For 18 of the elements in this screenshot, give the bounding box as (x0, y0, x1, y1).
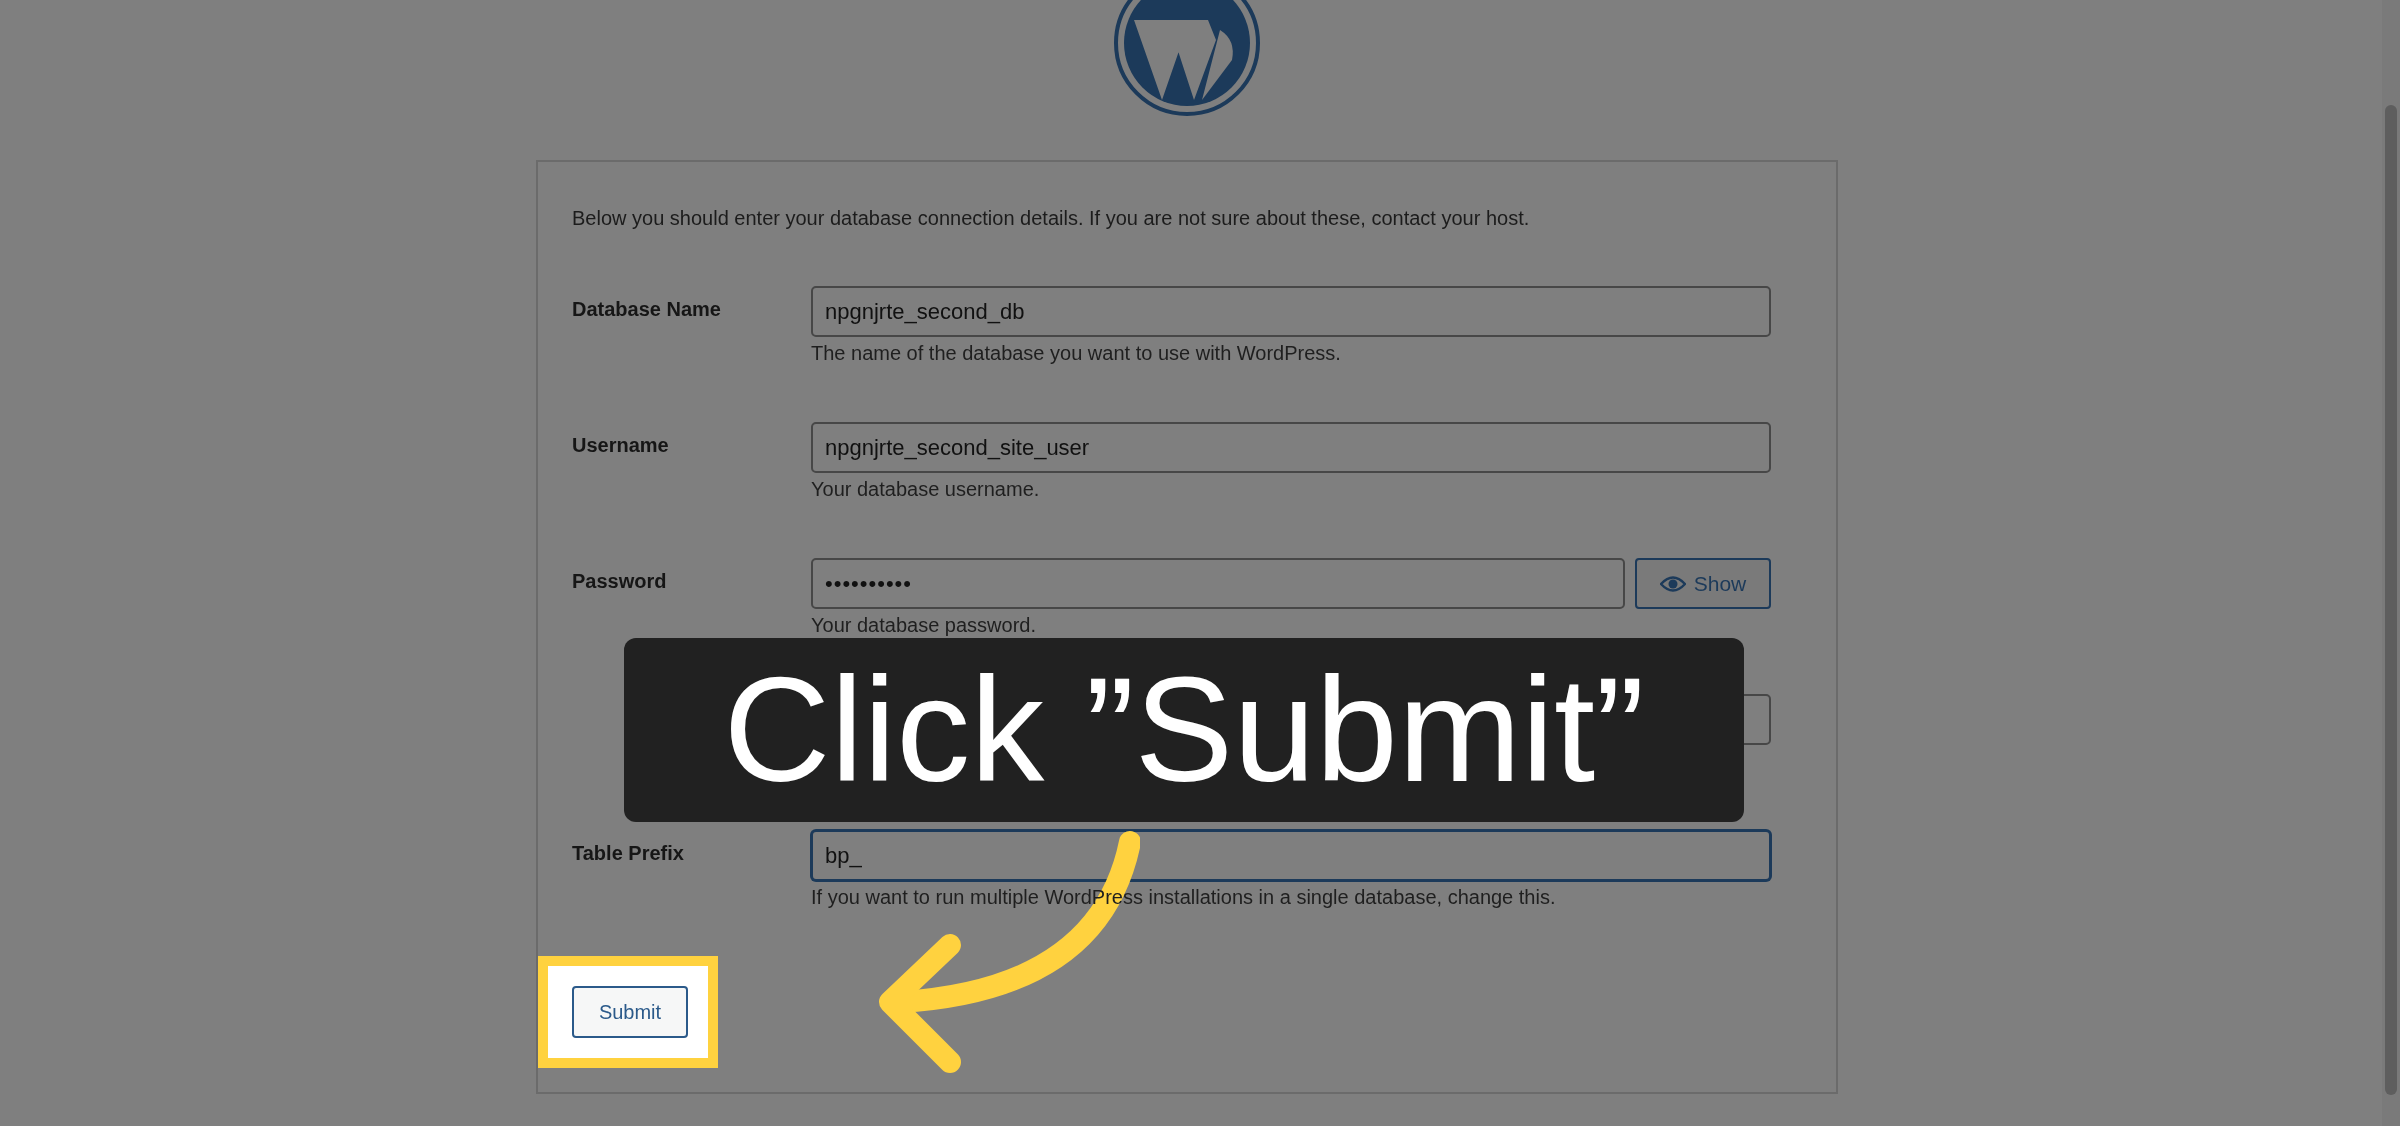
password-field[interactable]: •••••••••• (811, 558, 1625, 609)
intro-text: Below you should enter your database connection details. If you are not sure about these, contact your host. (572, 206, 1531, 231)
text-field[interactable]: npgnjrte_second_db (811, 286, 1771, 337)
field-label: Password (572, 569, 668, 594)
instruction-tooltip: Click ”Submit” (624, 638, 1744, 822)
field-hint: Your database password. (811, 615, 1037, 635)
submit-button[interactable]: Submit (572, 986, 688, 1038)
field-hint: Your database username. (811, 479, 1041, 499)
text-field[interactable]: npgnjrte_second_site_user (811, 422, 1771, 473)
eye-icon (1659, 574, 1686, 593)
field-label: Database Name (572, 297, 722, 322)
scrollbar-thumb[interactable] (2385, 105, 2397, 1095)
field-hint: The name of the database you want to use with WordPress. (811, 343, 1342, 363)
text-field[interactable]: bp_ (811, 830, 1771, 881)
scrollbar[interactable] (2382, 0, 2400, 1126)
field-label: Username (572, 433, 670, 458)
field-label: Table Prefix (572, 841, 685, 866)
show-password-button[interactable]: Show (1635, 558, 1771, 609)
